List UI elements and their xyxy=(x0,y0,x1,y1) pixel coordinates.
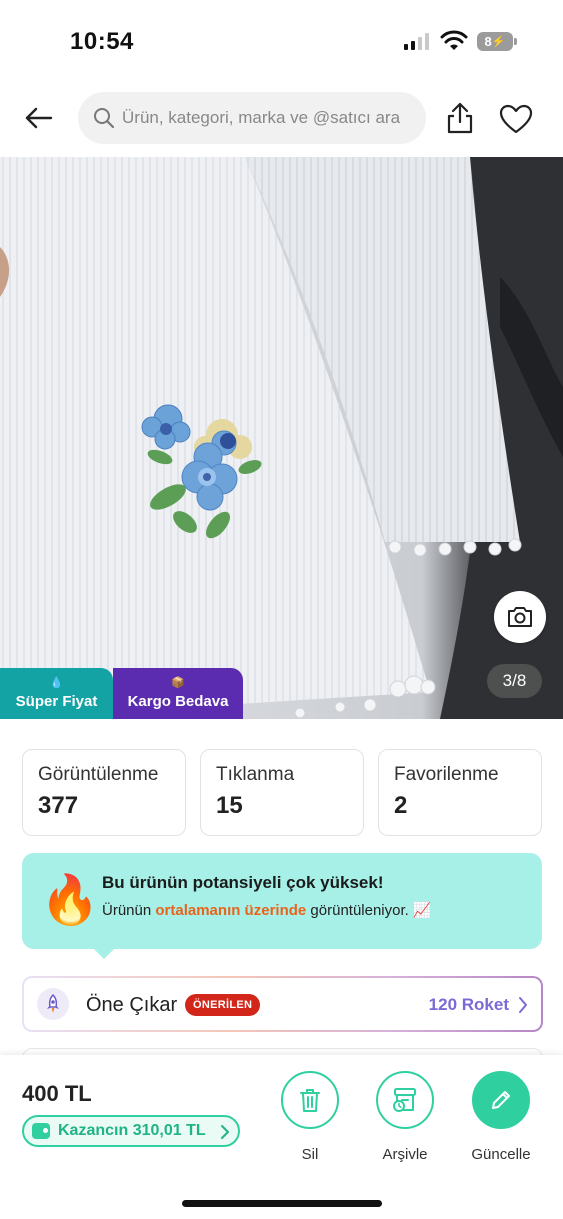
stat-card-favorites: Favorilenme 2 xyxy=(378,749,542,836)
search-input[interactable] xyxy=(122,108,422,128)
boost-label: Öne Çıkar xyxy=(86,994,178,1016)
earning-button[interactable]: Kazancın 310,01 TL xyxy=(22,1115,240,1147)
share-icon xyxy=(447,102,473,134)
search-icon xyxy=(94,108,115,129)
stat-label: Favorilenme xyxy=(394,764,499,785)
super-price-badge: 💧 Süper Fiyat xyxy=(0,668,113,719)
share-button[interactable] xyxy=(440,98,480,138)
back-button[interactable] xyxy=(20,100,56,136)
camera-icon xyxy=(508,607,532,627)
boost-listing-row[interactable]: Öne Çıkar ÖNERİLEN 120 Roket xyxy=(22,976,543,1032)
bottom-action-bar: 400 TL Kazancın 310,01 TL Sil Arşivle Gü… xyxy=(0,1055,563,1219)
update-label: Güncelle xyxy=(471,1146,531,1163)
chevron-right-icon xyxy=(221,1125,229,1139)
update-circle[interactable] xyxy=(472,1071,530,1129)
product-photo xyxy=(0,157,563,719)
update-button[interactable]: Güncelle xyxy=(456,1071,546,1163)
archive-button[interactable]: Arşivle xyxy=(360,1071,450,1163)
potential-text: Ürünün ortalamanın üzerinde görüntüleniy… xyxy=(102,901,432,919)
potential-highlight: ortalamanın üzerinde xyxy=(155,902,307,919)
trash-icon xyxy=(300,1089,320,1112)
recommended-badge: ÖNERİLEN xyxy=(185,994,261,1016)
search-bar[interactable] xyxy=(78,92,426,144)
free-shipping-badge: 📦 Kargo Bedava xyxy=(113,668,243,719)
cellular-signal-icon xyxy=(404,33,429,50)
stat-label: Görüntülenme xyxy=(38,764,159,785)
archive-label: Arşivle xyxy=(382,1146,428,1163)
header xyxy=(0,90,563,146)
wallet-icon xyxy=(32,1123,50,1139)
arrow-left-icon xyxy=(25,107,53,129)
battery-icon: 8 ⚡ xyxy=(477,32,517,51)
potential-text-before: Ürünün xyxy=(102,902,156,919)
archive-icon xyxy=(393,1088,416,1112)
boost-cost: 120 Roket xyxy=(428,995,509,1014)
pencil-icon xyxy=(492,1091,510,1109)
chevron-right-icon xyxy=(519,997,527,1013)
home-indicator[interactable] xyxy=(182,1200,382,1207)
visual-search-button[interactable] xyxy=(494,591,546,643)
stat-value: 377 xyxy=(38,792,79,819)
delete-label: Sil xyxy=(301,1146,319,1163)
rocket-icon xyxy=(37,988,69,1020)
stat-value: 15 xyxy=(216,792,243,819)
badge-label: Kargo Bedava xyxy=(127,693,229,710)
battery-level: 8 xyxy=(484,34,492,49)
image-counter: 3/8 xyxy=(487,664,542,698)
delete-circle[interactable] xyxy=(281,1071,339,1129)
status-bar: 10:54 8 ⚡ xyxy=(0,0,563,80)
potential-text-after: görüntüleniyor. xyxy=(306,902,409,919)
favorite-button[interactable] xyxy=(495,98,537,140)
fire-icon: 🔥 xyxy=(40,874,100,927)
delete-button[interactable]: Sil xyxy=(265,1071,355,1163)
stat-card-views: Görüntülenme 377 xyxy=(22,749,186,836)
badge-label: Süper Fiyat xyxy=(15,693,98,710)
stat-value: 2 xyxy=(394,792,408,819)
archive-circle[interactable] xyxy=(376,1071,434,1129)
package-icon: 📦 xyxy=(171,677,185,689)
earning-text: Kazancın 310,01 TL xyxy=(58,1122,206,1139)
price: 400 TL xyxy=(22,1081,92,1106)
product-image[interactable] xyxy=(0,157,563,719)
stat-card-clicks: Tıklanma 15 xyxy=(200,749,364,836)
drop-icon: 💧 xyxy=(49,677,64,689)
potential-title: Bu ürünün potansiyeli çok yüksek! xyxy=(102,873,384,892)
status-time: 10:54 xyxy=(70,28,134,55)
wifi-icon xyxy=(440,30,468,50)
potential-banner: 🔥 Bu ürünün potansiyeli çok yüksek! Ürün… xyxy=(22,853,542,959)
heart-icon xyxy=(499,104,533,134)
chart-up-icon: 📈 xyxy=(412,902,432,919)
stat-label: Tıklanma xyxy=(216,764,295,785)
